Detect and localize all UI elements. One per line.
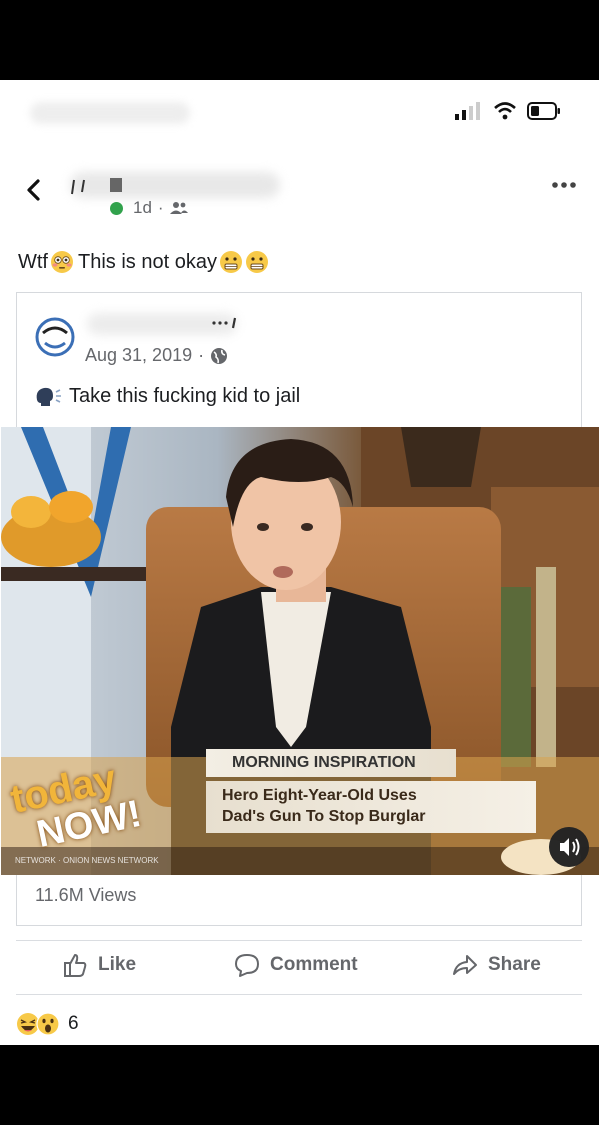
like-label: Like	[98, 954, 137, 975]
post-time[interactable]: 1d	[133, 198, 152, 218]
post-text-end: This is not okay	[78, 250, 217, 273]
share-label: Share	[488, 954, 541, 975]
video-view-count: 11.6M Views	[35, 885, 137, 905]
battery-icon	[527, 102, 560, 120]
news-lower-third: MORNING INSPIRATION Hero Eight-Year-Old …	[206, 749, 599, 833]
comment-bubble-icon	[235, 954, 259, 977]
grimacing-face-emoji-icon	[219, 251, 242, 273]
back-arrow-icon[interactable]	[22, 176, 46, 204]
reaction-count: 6	[68, 1013, 79, 1034]
shared-post-date[interactable]: Aug 31, 2019	[85, 345, 192, 366]
shared-post-meta: Aug 31, 2019 ·	[85, 345, 228, 366]
app-screen: 1d · Wtf This is not okay Aug 31, 2019 ·…	[0, 80, 599, 1045]
status-icons	[455, 102, 561, 120]
wifi-icon	[494, 102, 516, 120]
comment-button[interactable]: Comment	[234, 952, 358, 978]
share-button[interactable]: Share	[452, 952, 541, 978]
shared-post-text: Take this fucking kid to jail	[35, 385, 300, 408]
status-carrier-redacted	[30, 102, 190, 124]
status-bar	[0, 80, 599, 148]
post-header: 1d ·	[0, 170, 599, 230]
shared-author-avatar[interactable]	[35, 317, 75, 357]
post-meta: 1d ·	[133, 198, 188, 218]
speaking-head-icon	[36, 387, 61, 406]
post-text-start: Wtf	[18, 250, 48, 273]
reactions-summary[interactable]: 6	[16, 1012, 79, 1036]
today-now-logo: today NOW! NETWORK · ONION NEWS NETWORK	[7, 757, 185, 865]
lower-third-label: MORNING INSPIRATION	[206, 749, 456, 777]
headline-line-1: Hero Eight-Year-Old Uses	[222, 787, 417, 804]
globe-public-icon	[211, 347, 228, 364]
headline-line-2: Dad's Gun To Stop Burglar	[222, 808, 426, 825]
lower-third-headline: Hero Eight-Year-Old Uses Dad's Gun To St…	[206, 781, 536, 833]
network-ticker: NETWORK · ONION NEWS NETWORK	[15, 856, 159, 865]
shared-author-name-fragment	[211, 315, 241, 334]
shared-post-card[interactable]: Aug 31, 2019 · Take this fucking kid to …	[1, 292, 599, 926]
video-player[interactable]: MORNING INSPIRATION Hero Eight-Year-Old …	[1, 427, 599, 875]
post-caption: Wtf This is not okay	[18, 250, 269, 274]
grimacing-face-emoji-icon-2	[245, 251, 268, 273]
divider-top	[16, 940, 582, 941]
flushed-face-emoji-icon	[51, 251, 73, 273]
wow-reaction-icon	[36, 1012, 60, 1036]
friends-audience-icon[interactable]	[169, 201, 188, 215]
signal-icon	[455, 102, 480, 120]
more-options-icon[interactable]	[551, 180, 577, 190]
meta-separator: ·	[157, 198, 164, 217]
online-status-dot	[110, 202, 123, 215]
divider-bottom	[16, 994, 582, 995]
thumbs-up-icon	[64, 954, 87, 977]
meta-separator: ·	[198, 345, 205, 365]
shared-post-caption: Take this fucking kid to jail	[69, 385, 301, 407]
like-button[interactable]: Like	[62, 952, 136, 978]
volume-icon[interactable]	[549, 827, 589, 867]
comment-label: Comment	[270, 954, 358, 975]
share-arrow-icon	[453, 955, 477, 975]
